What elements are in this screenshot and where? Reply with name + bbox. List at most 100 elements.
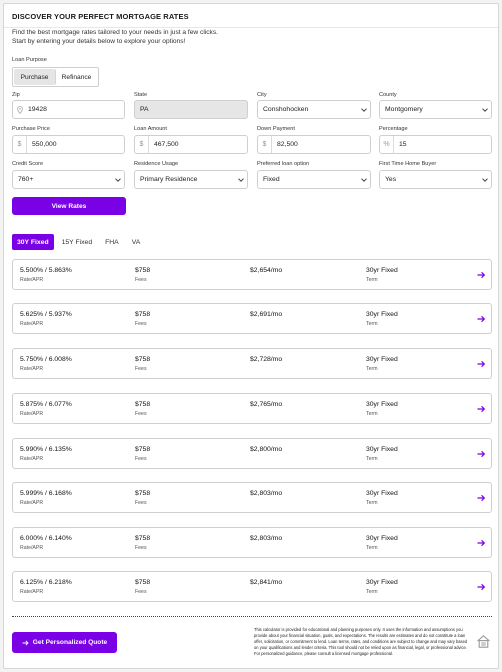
residence-usage-value: Primary Residence bbox=[140, 176, 198, 183]
monthly-payment-value: $2,691/mo bbox=[250, 311, 283, 318]
arrow-right-icon[interactable] bbox=[476, 493, 486, 503]
city-select[interactable]: Conshohocken bbox=[257, 100, 371, 119]
zip-value: 19428 bbox=[28, 106, 47, 113]
rate-apr-value: 5.500% / 5.863% bbox=[20, 267, 72, 274]
monthly-payment-value: $2,800/mo bbox=[250, 446, 283, 453]
preferred-loan-option-value: Fixed bbox=[263, 176, 280, 183]
term-value: 30yr Fixed bbox=[366, 446, 398, 453]
state-label: State bbox=[134, 92, 148, 98]
rate-row[interactable]: 5.990% / 6.135% Rate/APR $758 Fees $2,800/mo… bbox=[12, 438, 492, 469]
arrow-right-icon bbox=[22, 639, 29, 646]
term-value: 30yr Fixed bbox=[366, 311, 398, 318]
percentage-value: 15 bbox=[399, 141, 407, 148]
rate-row[interactable]: 5.750% / 6.008% Rate/APR $758 Fees $2,728/mo… bbox=[12, 348, 492, 379]
rate-apr-value: 5.999% / 6.168% bbox=[20, 490, 72, 497]
loan-amount-field[interactable]: $ 467,500 bbox=[134, 135, 248, 154]
first-time-buyer-select[interactable]: Yes bbox=[379, 170, 492, 189]
rate-row[interactable]: 6.125% / 6.218% Rate/APR $758 Fees $2,841/mo… bbox=[12, 571, 492, 602]
chevron-down-icon bbox=[235, 177, 247, 182]
mortgage-calculator-card: DISCOVER YOUR PERFECT MORTGAGE RATES Fin… bbox=[3, 3, 499, 669]
rate-apr-value: 6.000% / 6.140% bbox=[20, 535, 72, 542]
down-payment-value: 82,500 bbox=[277, 141, 298, 148]
fees-label: Fees bbox=[135, 545, 147, 551]
term-label: Term bbox=[366, 545, 378, 551]
loan-purpose-toggle: Purchase Refinance bbox=[12, 67, 99, 87]
fees-label: Fees bbox=[135, 277, 147, 283]
first-time-buyer-label: First Time Home Buyer bbox=[379, 161, 437, 167]
location-pin-icon bbox=[13, 105, 27, 114]
chevron-down-icon bbox=[358, 107, 370, 112]
tab-fha[interactable]: FHA bbox=[100, 234, 124, 250]
credit-score-select[interactable]: 760+ bbox=[12, 170, 125, 189]
term-label: Term bbox=[366, 456, 378, 462]
rate-apr-label: Rate/APR bbox=[20, 366, 44, 372]
preferred-loan-option-label: Preferred loan option bbox=[257, 161, 310, 167]
arrow-right-icon[interactable] bbox=[476, 359, 486, 369]
term-value: 30yr Fixed bbox=[366, 356, 398, 363]
chevron-down-icon bbox=[479, 107, 491, 112]
rate-row[interactable]: 5.625% / 5.937% Rate/APR $758 Fees $2,691/mo… bbox=[12, 303, 492, 334]
chevron-down-icon bbox=[479, 177, 491, 182]
view-rates-button[interactable]: View Rates bbox=[12, 197, 126, 215]
preferred-loan-option-select[interactable]: Fixed bbox=[257, 170, 371, 189]
down-payment-label: Down Payment bbox=[257, 126, 295, 132]
get-personalized-quote-label: Get Personalized Quote bbox=[32, 639, 108, 646]
rate-apr-label: Rate/APR bbox=[20, 545, 44, 551]
fees-value: $758 bbox=[135, 446, 151, 453]
rate-row[interactable]: 5.875% / 6.077% Rate/APR $758 Fees $2,765/mo… bbox=[12, 393, 492, 424]
rate-apr-value: 5.750% / 6.008% bbox=[20, 356, 72, 363]
rate-row[interactable]: 5.999% / 6.168% Rate/APR $758 Fees $2,803/mo… bbox=[12, 482, 492, 513]
fees-value: $758 bbox=[135, 356, 151, 363]
credit-score-label: Credit Score bbox=[12, 161, 44, 167]
get-personalized-quote-button[interactable]: Get Personalized Quote bbox=[12, 632, 117, 653]
state-value: PA bbox=[140, 106, 149, 113]
fees-label: Fees bbox=[135, 456, 147, 462]
arrow-right-icon[interactable] bbox=[476, 270, 486, 280]
fees-label: Fees bbox=[135, 589, 147, 595]
dollar-prefix: $ bbox=[258, 136, 272, 153]
rate-apr-value: 5.875% / 6.077% bbox=[20, 401, 72, 408]
dollar-prefix: $ bbox=[13, 136, 27, 153]
fees-value: $758 bbox=[135, 267, 151, 274]
monthly-payment-value: $2,728/mo bbox=[250, 356, 283, 363]
fees-value: $758 bbox=[135, 490, 151, 497]
purchase-option[interactable]: Purchase bbox=[14, 69, 55, 85]
term-label: Term bbox=[366, 500, 378, 506]
down-payment-field[interactable]: $ 82,500 bbox=[257, 135, 371, 154]
arrow-right-icon[interactable] bbox=[476, 314, 486, 324]
zip-field[interactable]: 19428 bbox=[12, 100, 125, 119]
rate-apr-label: Rate/APR bbox=[20, 277, 44, 283]
dollar-prefix: $ bbox=[135, 136, 149, 153]
city-value: Conshohocken bbox=[263, 106, 309, 113]
page-title: DISCOVER YOUR PERFECT MORTGAGE RATES bbox=[12, 12, 189, 21]
loan-amount-label: Loan Amount bbox=[134, 126, 167, 132]
tab-15y-fixed[interactable]: 15Y Fixed bbox=[57, 234, 97, 250]
city-label: City bbox=[257, 92, 267, 98]
percentage-field[interactable]: % 15 bbox=[379, 135, 492, 154]
subtitle-line-2: Start by entering your details below to … bbox=[12, 38, 186, 45]
fees-label: Fees bbox=[135, 500, 147, 506]
arrow-right-icon[interactable] bbox=[476, 449, 486, 459]
arrow-right-icon[interactable] bbox=[476, 404, 486, 414]
residence-usage-label: Residence Usage bbox=[134, 161, 179, 167]
county-select[interactable]: Montgomery bbox=[379, 100, 492, 119]
rate-apr-value: 5.625% / 5.937% bbox=[20, 311, 72, 318]
monthly-payment-value: $2,765/mo bbox=[250, 401, 283, 408]
arrow-right-icon[interactable] bbox=[476, 582, 486, 592]
arrow-right-icon[interactable] bbox=[476, 538, 486, 548]
rate-apr-label: Rate/APR bbox=[20, 321, 44, 327]
percentage-label: Percentage bbox=[379, 126, 408, 132]
rate-row[interactable]: 5.500% / 5.863% Rate/APR $758 Fees $2,654/mo… bbox=[12, 259, 492, 290]
rate-row[interactable]: 6.000% / 6.140% Rate/APR $758 Fees $2,803/mo… bbox=[12, 527, 492, 558]
disclaimer-text: This calculator is provided for educatio… bbox=[254, 627, 468, 656]
refinance-option[interactable]: Refinance bbox=[55, 69, 97, 85]
rate-apr-label: Rate/APR bbox=[20, 411, 44, 417]
first-time-buyer-value: Yes bbox=[385, 176, 397, 183]
chevron-down-icon bbox=[112, 177, 124, 182]
term-value: 30yr Fixed bbox=[366, 535, 398, 542]
loan-type-tabs: 30Y Fixed 15Y Fixed FHA VA bbox=[12, 234, 145, 250]
tab-30y-fixed[interactable]: 30Y Fixed bbox=[12, 234, 54, 250]
residence-usage-select[interactable]: Primary Residence bbox=[134, 170, 248, 189]
tab-va[interactable]: VA bbox=[127, 234, 146, 250]
purchase-price-field[interactable]: $ 550,000 bbox=[12, 135, 125, 154]
